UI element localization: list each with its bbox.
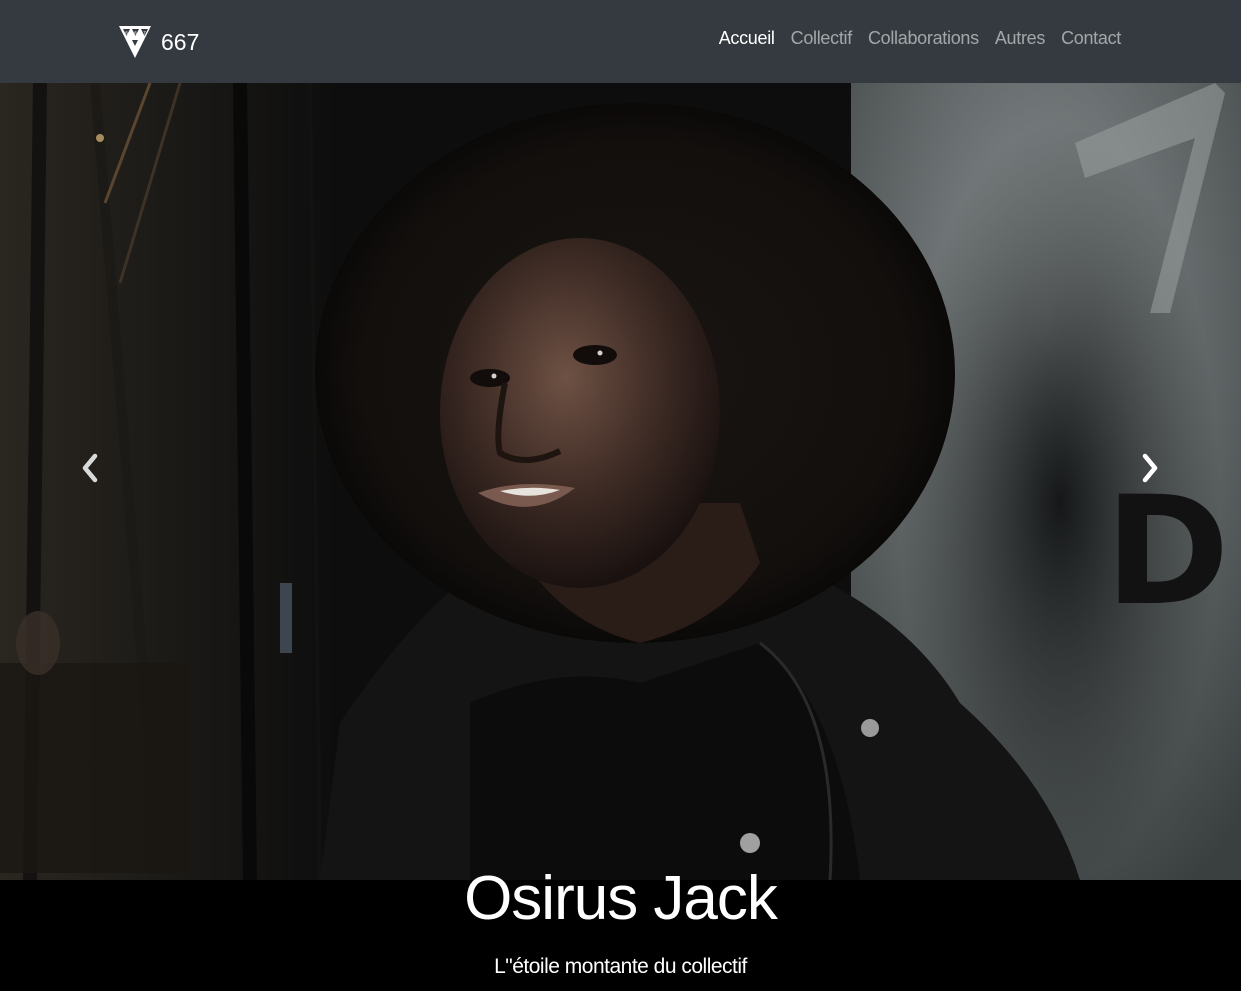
667-triangle-logo-icon: 6 6 7 (119, 26, 151, 58)
nav-link-collectif[interactable]: Collectif (783, 28, 860, 49)
svg-text:6: 6 (134, 31, 137, 36)
slide-title: Osirus Jack (464, 864, 778, 933)
svg-text:7: 7 (143, 31, 146, 36)
nav-link-autres[interactable]: Autres (987, 28, 1053, 49)
brand-link[interactable]: 6 6 7 667 (118, 22, 199, 62)
carousel-next-button[interactable] (1130, 448, 1170, 488)
chevron-left-icon (82, 453, 98, 483)
svg-text:6: 6 (125, 31, 128, 36)
nav-link-accueil[interactable]: Accueil (711, 28, 783, 49)
svg-text:D: D (1105, 465, 1230, 639)
slide-subtitle: L"étoile montante du collectif (494, 955, 747, 978)
hero-carousel: D (0, 83, 1241, 880)
chevron-right-icon (1142, 453, 1158, 483)
brand-text: 667 (161, 28, 200, 55)
carousel-prev-button[interactable] (70, 448, 110, 488)
hero-slide-photo: D (0, 83, 1241, 880)
nav-link-collaborations[interactable]: Collaborations (860, 28, 987, 49)
carousel-caption: Osirus Jack L"étoile montante du collect… (0, 864, 1241, 991)
nav-links: Accueil Collectif Collaborations Autres … (711, 28, 1122, 49)
nav-link-contact[interactable]: Contact (1053, 28, 1121, 49)
navbar: 6 6 7 667 Accueil Collectif Collaboratio… (0, 0, 1241, 83)
